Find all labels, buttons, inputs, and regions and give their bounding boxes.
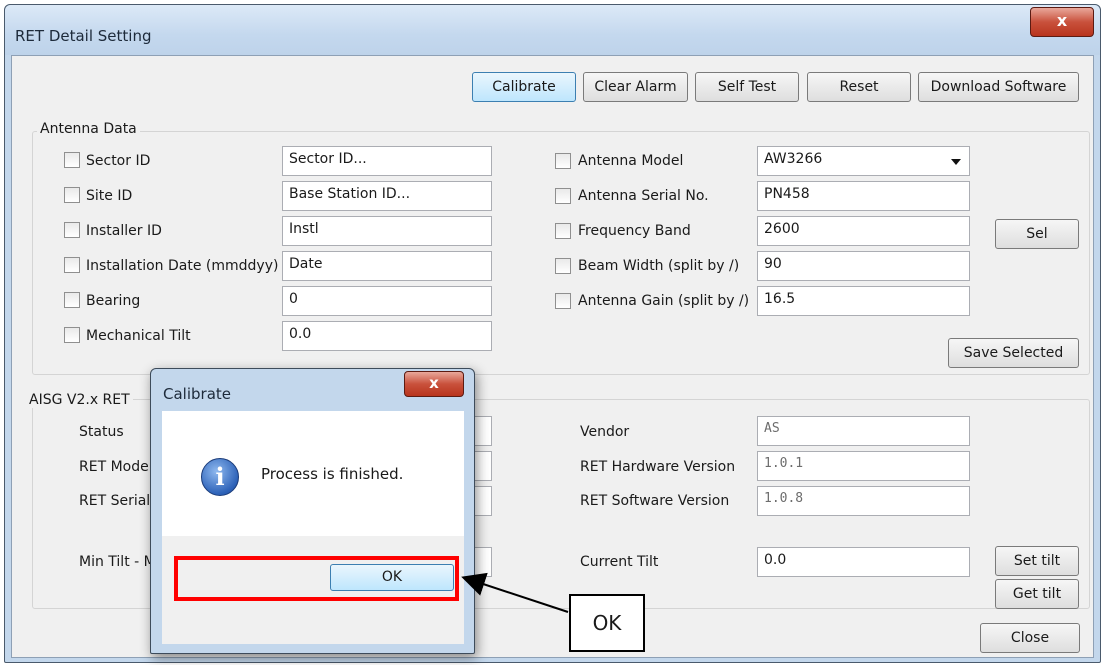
callout-arrow bbox=[461, 572, 569, 613]
ok-callout: OK bbox=[569, 594, 645, 652]
